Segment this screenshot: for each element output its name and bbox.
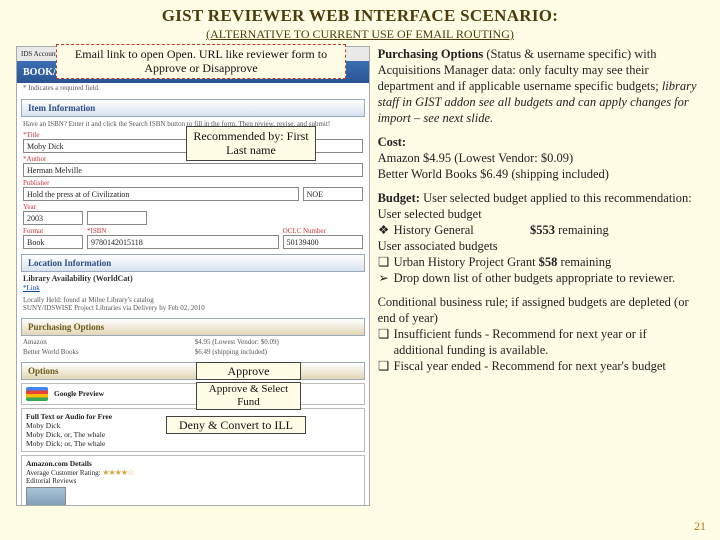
subtitle: (ALTERNATIVE TO CURRENT USE OF EMAIL ROU… [16, 27, 704, 42]
link-indicator[interactable]: *Link [23, 284, 40, 292]
worldcat-header: Library Availability (WorldCat) [17, 274, 369, 283]
input-oclc[interactable]: 50139400 [283, 235, 363, 249]
label-publisher: Publisher [23, 179, 299, 187]
input-format[interactable]: Book [23, 235, 83, 249]
section-location: Location Information [21, 254, 365, 272]
para-purchasing: Purchasing Options (Status & username sp… [378, 46, 698, 126]
input-not[interactable]: NOE [303, 187, 363, 201]
callout-deny: Deny & Convert to ILL [166, 416, 306, 434]
amazon-block: Amazon.com Details Average Customer Rati… [21, 455, 365, 506]
input-year[interactable]: 2003 [23, 211, 83, 225]
purchasing-header: Purchasing Options [21, 318, 365, 336]
label-isbn: *ISBN [87, 227, 279, 235]
label-year: Year [23, 203, 83, 211]
page-title: GIST REVIEWER WEB INTERFACE SCENARIO: [16, 6, 704, 26]
options-header: Options [21, 362, 365, 380]
callout-recommended: Recommended by: First Last name [186, 126, 316, 161]
para-conditional: Conditional business rule; if assigned b… [378, 294, 698, 374]
screenshot-form: IDS Account Options: Return to Main Menu… [16, 46, 370, 506]
callout-email-link: Email link to open Open. URL like review… [56, 44, 346, 79]
left-column: IDS Account Options: Return to Main Menu… [16, 46, 370, 506]
required-note: * Indicates a required field. [17, 83, 369, 95]
section-item-info: Item Information [21, 99, 365, 117]
page-number: 21 [694, 519, 706, 534]
right-column: Purchasing Options (Status & username sp… [378, 46, 704, 506]
input-author[interactable]: Herman Melville [23, 163, 363, 177]
google-preview-block[interactable]: Google Preview [21, 383, 365, 405]
para-budget: Budget: User selected budget applied to … [378, 190, 698, 286]
callout-approve-fund: Approve & Select Fund [196, 382, 301, 410]
callout-approve: Approve [196, 362, 301, 380]
google-icon [26, 387, 48, 401]
star-icon: ★★★★☆ [102, 468, 133, 477]
input-publisher[interactable]: Hold the press at of Civilization [23, 187, 299, 201]
para-cost: Cost:Amazon $4.95 (Lowest Vendor: $0.09)… [378, 134, 698, 182]
book-cover-thumb [26, 487, 66, 506]
label-format: Format [23, 227, 83, 235]
worldcat-body: Locally Held: found at Milne Library's c… [17, 295, 369, 314]
input-isbn[interactable]: 9780142015118 [87, 235, 279, 249]
label-oclc: OCLC Number [283, 227, 363, 235]
